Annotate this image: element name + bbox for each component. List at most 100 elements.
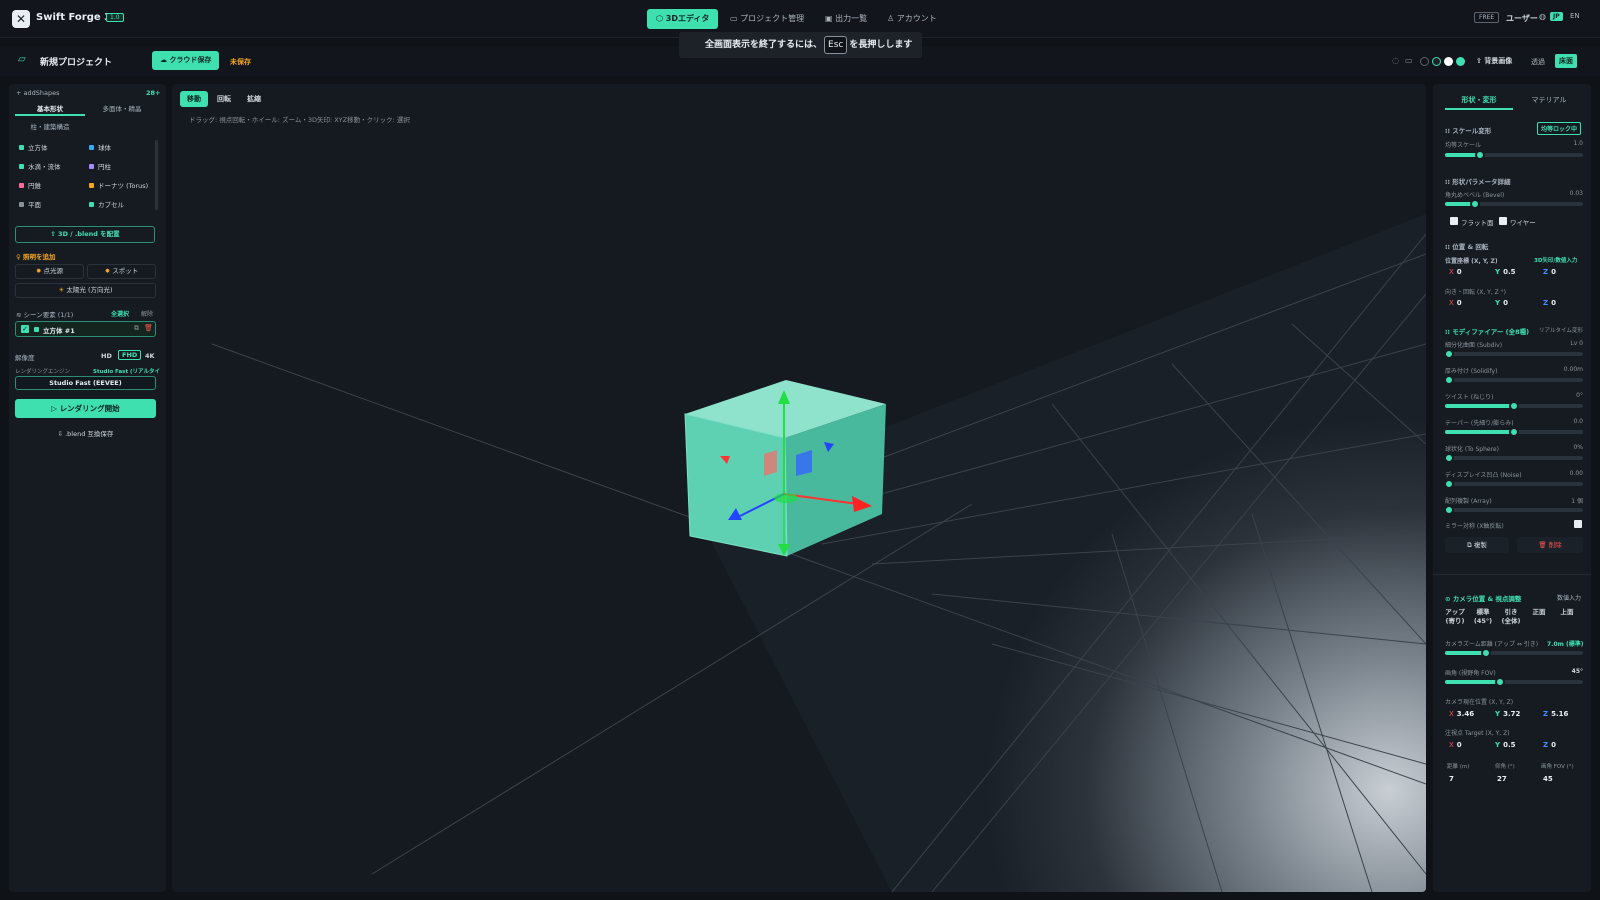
uniform-lock-button[interactable]: 均等ロック中 [1537,122,1582,135]
position-x[interactable]: X0 [1449,268,1462,276]
camera-y[interactable]: Y 3.72 [1495,710,1520,718]
camera-preset-button[interactable]: 標準 (45°) [1469,608,1497,626]
camera-z[interactable]: Z 5.16 [1543,710,1568,718]
shape-item[interactable]: 円錐 [19,180,41,190]
bg-swatch-black[interactable] [1420,57,1429,66]
stat-elevation-value[interactable]: 27 [1497,775,1507,783]
shape-tab-polyhedra[interactable]: 多面体・精晶 [87,102,157,116]
shape-tab-basic[interactable]: 基本形状 [15,102,85,116]
project-name[interactable]: 新規プロジェクト [40,55,112,68]
modifier-slider[interactable] [1444,375,1583,385]
tab-account[interactable]: ♙ アカウント [878,9,946,29]
bg-swatch-green[interactable] [1456,57,1465,66]
bg-swatch-dark[interactable] [1432,57,1441,66]
duplicate-button[interactable]: ⧉ 複製 [1445,537,1509,553]
modifier-label: 細分化曲面 (Subdiv) [1445,342,1503,349]
modifier-slider[interactable] [1444,453,1583,463]
modifier-slider[interactable] [1444,505,1583,515]
mode-rotate-button[interactable]: 回転 [210,91,238,107]
modifier-slider[interactable] [1445,427,1583,437]
camera-preset-button[interactable]: アップ (寄り) [1441,608,1469,626]
fov-slider[interactable] [1445,677,1583,687]
copy-icon[interactable]: ⧉ [134,324,139,333]
spot-light-button[interactable]: ✸ スポット [87,264,156,279]
scene-canvas[interactable] [172,84,1426,892]
transparent-toggle[interactable]: 透過 [1531,57,1545,67]
tab-output-list[interactable]: ▣ 出力一覧 [816,9,876,29]
folder-open-icon[interactable]: ▱ [18,54,26,65]
stat-fov-value[interactable]: 45 [1543,775,1553,783]
scene-item-checkbox[interactable]: ✓ [21,325,29,333]
modifier-slider[interactable] [1444,479,1583,489]
target-y[interactable]: Y 0.5 [1495,741,1515,749]
position-z[interactable]: Z0 [1543,268,1556,276]
point-light-button[interactable]: ✹ 点光源 [15,264,84,279]
floor-toggle[interactable]: 床面 [1555,54,1577,68]
target-x[interactable]: X0 [1449,741,1462,749]
target-z[interactable]: Z0 [1543,741,1556,749]
shape-item[interactable]: ドーナツ (Torus) [89,180,148,190]
modifier-slider[interactable] [1445,401,1583,411]
sun-light-button[interactable]: ☀ 太陽光 (方向光) [15,283,156,298]
resolution-fhd[interactable]: FHD [118,350,142,360]
rotation-z[interactable]: Z0 [1543,299,1556,307]
delete-button[interactable]: 🗑 削除 [1517,537,1583,553]
bg-swatch-white[interactable] [1444,57,1453,66]
deselect-button[interactable]: 解除 [141,309,153,318]
shape-item[interactable]: カプセル [89,199,124,209]
zoom-label: カメラズーム距離 (アップ ⇔ 引き) [1445,641,1539,648]
copy-icon: ⧉ [1467,541,1474,549]
shape-item[interactable]: 水滴・流体 [19,161,61,171]
tab-project-management[interactable]: ▭ プロジェクト管理 [721,9,813,29]
flat-shading-label: フラット面 [1461,219,1494,227]
stat-elevation-label: 仰角 (°) [1495,764,1515,770]
tab-3d-editor[interactable]: ⬡ 3Dエディタ [647,9,719,29]
select-all-button[interactable]: 全選択 [111,309,129,318]
place-blend-button[interactable]: ⇧ 3D / .blend を配置 [15,226,155,243]
rotation-y[interactable]: Y0 [1495,299,1508,307]
user-menu[interactable]: ユーザー [1506,13,1538,24]
resolution-hd[interactable]: HD [101,352,112,360]
uniform-scale-slider[interactable] [1445,150,1583,160]
wireframe-checkbox[interactable] [1499,217,1507,225]
fov-value: 45° [1571,668,1583,675]
stat-distance-value[interactable]: 7 [1449,775,1454,783]
camera-preset-button[interactable]: 引き (全体) [1497,608,1525,626]
zoom-slider[interactable] [1445,648,1583,658]
cloud-save-button[interactable]: ☁ クラウド保存 [152,51,220,70]
camera-position-label: カメラ現在位置 (X, Y, Z) [1445,699,1514,706]
shape-item[interactable]: 立方体 [19,142,48,152]
shape-list-scrollbar[interactable] [155,140,158,210]
camera-preset-button[interactable]: 正面 [1525,608,1553,617]
shape-item[interactable]: 球体 [89,142,111,152]
tab-shape-transform[interactable]: 形状・変形 [1445,93,1513,110]
shape-item[interactable]: 円柱 [89,161,111,171]
position-y[interactable]: Y 0.5 [1495,268,1515,276]
render-start-button[interactable]: ▷ レンダリング開始 [15,399,156,418]
modifier-slider[interactable] [1444,349,1583,359]
modifier-value: 0° [1576,392,1583,399]
flat-shading-checkbox[interactable] [1450,217,1458,225]
shape-item[interactable]: 平面 [19,199,41,209]
shape-tab-architecture[interactable]: 柱・建築構造 [15,120,85,134]
engine-select[interactable]: Studio Fast (EEVEE) [15,376,156,390]
bevel-slider[interactable] [1445,199,1583,209]
mode-move-button[interactable]: 移動 [180,91,208,107]
tab-material[interactable]: マテリアル [1515,93,1583,110]
mode-scale-button[interactable]: 拡縮 [240,91,268,107]
app-logo-icon[interactable]: ✕ [12,10,30,28]
lang-jp-button[interactable]: JP [1550,12,1563,21]
camera-x[interactable]: X 3.46 [1449,710,1474,718]
rotation-x[interactable]: X0 [1449,299,1462,307]
trash-icon[interactable]: 🗑 [144,324,153,332]
cursor-icon[interactable]: ◌ [1392,56,1399,65]
background-image-button[interactable]: ⇧ 背景画像 [1476,56,1512,66]
camera-preset-button[interactable]: 上面 [1553,608,1581,617]
scene-item[interactable]: ✓ 立方体 #1 ⧉ 🗑 [15,321,156,337]
lang-en-button[interactable]: EN [1570,12,1580,20]
resolution-4k[interactable]: 4K [145,352,155,360]
mirror-checkbox[interactable] [1574,520,1582,528]
frame-icon[interactable]: ▭ [1405,56,1413,65]
3d-viewport[interactable]: 移動 回転 拡縮 ドラッグ: 視点回転・ホイール: ズーム・3D矢印: XYZ移… [172,84,1426,892]
blend-save-button[interactable]: ⇩ .blend 互換保存 [15,428,156,438]
